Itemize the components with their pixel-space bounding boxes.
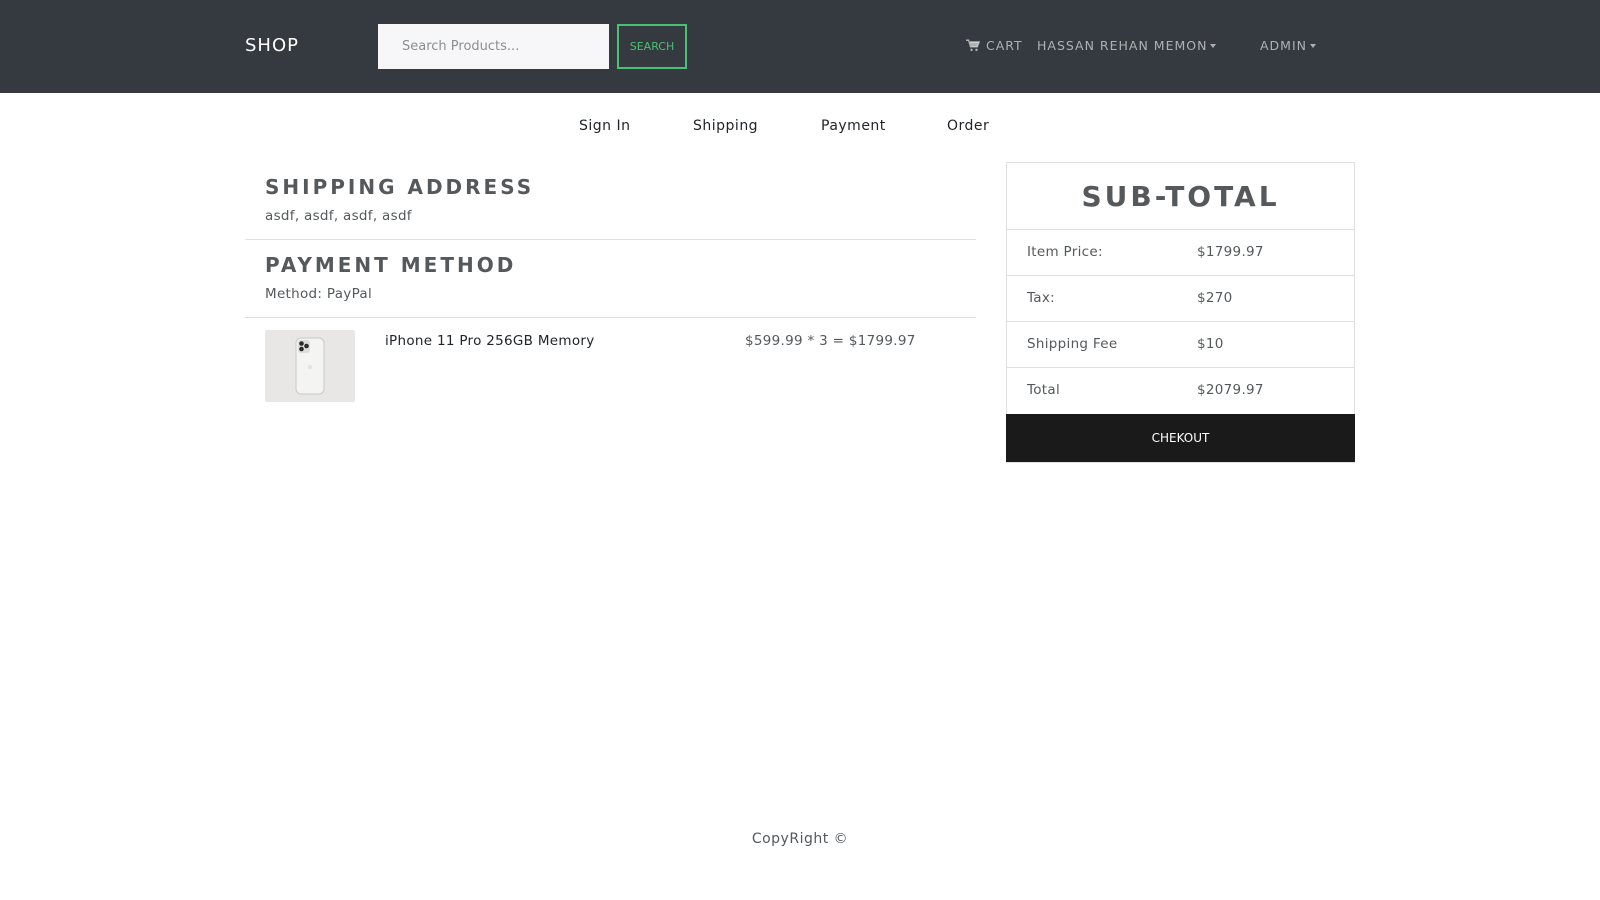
payment-heading: PAYMENT METHOD	[265, 253, 517, 277]
search-button[interactable]: SEARCH	[617, 24, 687, 69]
admin-dropdown[interactable]: ADMIN	[1260, 38, 1316, 53]
caret-down-icon	[1310, 43, 1316, 48]
summary-row-shipping-fee: Shipping Fee $10	[1007, 322, 1354, 368]
step-shipping[interactable]: Shipping	[693, 118, 758, 134]
order-summary-card: SUB-TOTAL Item Price: $1799.97 Tax: $270…	[1006, 162, 1355, 463]
footer-copyright: CopyRight ©	[751, 831, 849, 847]
admin-label: ADMIN	[1260, 38, 1307, 53]
summary-row-item-price: Item Price: $1799.97	[1007, 230, 1354, 276]
search-input[interactable]	[378, 24, 609, 69]
summary-label: Shipping Fee	[1027, 336, 1118, 352]
brand-logo[interactable]: SHOP	[245, 35, 299, 56]
shipping-section: SHIPPING ADDRESS asdf, asdf, asdf, asdf	[245, 172, 976, 240]
product-name-link[interactable]: iPhone 11 Pro 256GB Memory	[385, 333, 595, 349]
shipping-heading: SHIPPING ADDRESS	[265, 175, 535, 199]
summary-value: $270	[1197, 290, 1233, 306]
caret-down-icon	[1210, 43, 1217, 48]
product-price: $599.99 * 3 = $1799.97	[745, 333, 916, 349]
summary-label: Total	[1027, 382, 1061, 398]
user-dropdown[interactable]: HASSAN REHAN MEMON	[1037, 38, 1217, 53]
top-navbar: SHOP SEARCH CART HASSAN REHAN MEMON ADMI…	[0, 0, 1600, 93]
cart-link[interactable]: CART	[966, 38, 1023, 53]
summary-row-tax: Tax: $270	[1007, 276, 1354, 322]
step-payment[interactable]: Payment	[821, 118, 886, 134]
cart-icon	[966, 39, 980, 52]
user-name: HASSAN REHAN MEMON	[1037, 38, 1208, 53]
cart-label: CART	[986, 38, 1023, 53]
step-sign-in[interactable]: Sign In	[579, 118, 631, 134]
summary-row-total: Total $2079.97	[1007, 368, 1354, 414]
checkout-button[interactable]: CHEKOUT	[1006, 414, 1355, 462]
shipping-address: asdf, asdf, asdf, asdf	[265, 208, 412, 224]
product-image	[265, 330, 355, 402]
payment-section: PAYMENT METHOD Method: PayPal	[245, 250, 976, 318]
summary-value: $1799.97	[1197, 244, 1264, 260]
summary-label: Tax:	[1027, 290, 1056, 306]
order-item: iPhone 11 Pro 256GB Memory $599.99 * 3 =…	[245, 319, 976, 409]
summary-value: $2079.97	[1197, 382, 1264, 398]
step-order[interactable]: Order	[947, 118, 989, 134]
summary-label: Item Price:	[1027, 244, 1103, 260]
payment-method: Method: PayPal	[265, 286, 373, 302]
checkout-steps: Sign In Shipping Payment Order	[0, 118, 1600, 142]
summary-value: $10	[1197, 336, 1224, 352]
phone-image-icon	[295, 337, 325, 395]
summary-title: SUB-TOTAL	[1007, 163, 1354, 230]
